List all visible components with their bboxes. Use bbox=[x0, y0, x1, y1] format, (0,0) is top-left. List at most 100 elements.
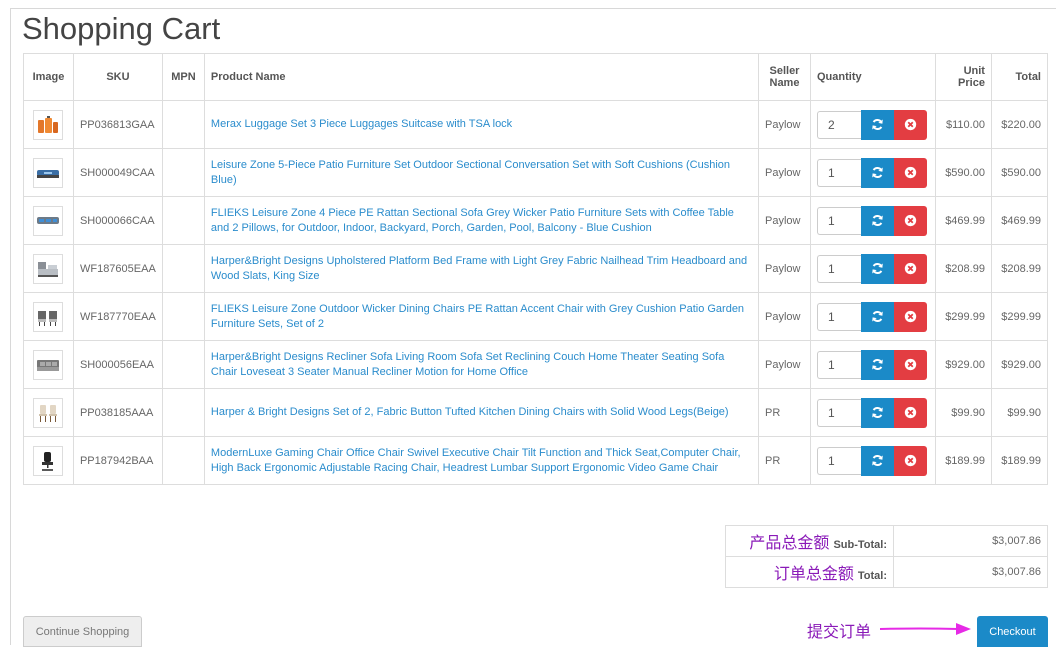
close-circle-icon bbox=[904, 310, 917, 323]
product-thumbnail[interactable] bbox=[33, 157, 64, 188]
product-thumbnail[interactable] bbox=[33, 301, 64, 332]
product-link[interactable]: FLIEKS Leisure Zone Outdoor Wicker Dinin… bbox=[211, 302, 752, 332]
sofa-set-icon bbox=[37, 216, 60, 224]
refresh-icon bbox=[872, 167, 883, 178]
product-thumbnail[interactable] bbox=[33, 109, 64, 140]
product-link[interactable]: Harper&Bright Designs Recliner Sofa Livi… bbox=[211, 350, 752, 380]
update-quantity-button[interactable] bbox=[860, 301, 894, 332]
product-thumbnail[interactable] bbox=[33, 397, 64, 428]
header-product-name: Product Name bbox=[203, 53, 760, 101]
header-image: Image bbox=[23, 53, 74, 101]
remove-item-button[interactable] bbox=[893, 445, 927, 476]
continue-shopping-button[interactable]: Continue Shopping bbox=[23, 616, 142, 647]
update-quantity-button[interactable] bbox=[860, 109, 894, 140]
mpn-cell bbox=[161, 436, 205, 485]
table-row: SH000049CAA Leisure Zone 5-Piece Patio F… bbox=[23, 148, 1049, 197]
close-circle-icon bbox=[904, 166, 917, 179]
mpn-cell bbox=[161, 388, 205, 437]
mpn-cell bbox=[161, 244, 205, 293]
cart-table: Image SKU MPN Product Name Seller Name Q… bbox=[23, 53, 1049, 485]
quantity-cell: 1 bbox=[809, 292, 936, 341]
sku-cell: PP187942BAA bbox=[72, 436, 163, 485]
total-row: 订单总金额 Total: $3,007.86 bbox=[725, 556, 1048, 588]
table-row: PP038185AAA Harper & Bright Designs Set … bbox=[23, 388, 1049, 437]
refresh-icon bbox=[872, 311, 883, 322]
remove-item-button[interactable] bbox=[893, 157, 927, 188]
update-quantity-button[interactable] bbox=[860, 445, 894, 476]
update-quantity-button[interactable] bbox=[860, 157, 894, 188]
quantity-control: 1 bbox=[816, 301, 929, 332]
row-total-cell: $590.00 bbox=[990, 148, 1049, 197]
quantity-input[interactable]: 1 bbox=[816, 302, 861, 331]
seller-cell: Paylow bbox=[758, 340, 811, 389]
product-link[interactable]: ModernLuxe Gaming Chair Office Chair Swi… bbox=[211, 446, 752, 476]
unit-price-cell: $110.00 bbox=[934, 100, 992, 149]
quantity-input[interactable]: 1 bbox=[816, 350, 861, 379]
product-link[interactable]: FLIEKS Leisure Zone 4 Piece PE Rattan Se… bbox=[211, 206, 752, 236]
cart-header-row: Image SKU MPN Product Name Seller Name Q… bbox=[23, 53, 1049, 101]
product-image-cell bbox=[23, 388, 74, 437]
update-quantity-button[interactable] bbox=[860, 397, 894, 428]
product-link[interactable]: Merax Luggage Set 3 Piece Luggages Suitc… bbox=[211, 117, 752, 132]
product-name-cell: FLIEKS Leisure Zone Outdoor Wicker Dinin… bbox=[203, 292, 760, 341]
remove-item-button[interactable] bbox=[893, 253, 927, 284]
table-row: PP036813GAA Merax Luggage Set 3 Piece Lu… bbox=[23, 100, 1049, 149]
product-image-cell bbox=[23, 244, 74, 293]
product-name-cell: Harper&Bright Designs Recliner Sofa Livi… bbox=[203, 340, 760, 389]
product-link[interactable]: Harper&Bright Designs Upholstered Platfo… bbox=[211, 254, 752, 284]
product-image-cell bbox=[23, 340, 74, 389]
header-mpn: MPN bbox=[161, 53, 205, 101]
product-image-cell bbox=[23, 148, 74, 197]
seller-cell: Paylow bbox=[758, 292, 811, 341]
table-row: PP187942BAA ModernLuxe Gaming Chair Offi… bbox=[23, 436, 1049, 485]
product-thumbnail[interactable] bbox=[33, 205, 64, 236]
table-row: WF187605EAA Harper&Bright Designs Uphols… bbox=[23, 244, 1049, 293]
table-row: SH000066CAA FLIEKS Leisure Zone 4 Piece … bbox=[23, 196, 1049, 245]
product-thumbnail[interactable] bbox=[33, 445, 64, 476]
refresh-icon bbox=[872, 455, 883, 466]
update-quantity-button[interactable] bbox=[860, 349, 894, 380]
table-row: SH000056EAA Harper&Bright Designs Reclin… bbox=[23, 340, 1049, 389]
quantity-control: 1 bbox=[816, 445, 929, 476]
quantity-input[interactable]: 1 bbox=[816, 206, 861, 235]
header-unit-price: Unit Price bbox=[934, 53, 992, 101]
quantity-input[interactable]: 1 bbox=[816, 158, 861, 187]
seller-cell: PR bbox=[758, 436, 811, 485]
arrow-right-icon bbox=[880, 623, 971, 635]
product-link[interactable]: Harper & Bright Designs Set of 2, Fabric… bbox=[211, 405, 752, 420]
remove-item-button[interactable] bbox=[893, 205, 927, 236]
row-total-cell: $220.00 bbox=[990, 100, 1049, 149]
total-label: Total: bbox=[857, 570, 887, 582]
refresh-icon bbox=[872, 407, 883, 418]
product-link[interactable]: Leisure Zone 5-Piece Patio Furniture Set… bbox=[211, 158, 752, 188]
quantity-input[interactable]: 2 bbox=[816, 110, 861, 139]
quantity-control: 1 bbox=[816, 349, 929, 380]
unit-price-cell: $929.00 bbox=[934, 340, 992, 389]
remove-item-button[interactable] bbox=[893, 301, 927, 332]
product-name-cell: FLIEKS Leisure Zone 4 Piece PE Rattan Se… bbox=[203, 196, 760, 245]
header-total: Total bbox=[990, 53, 1049, 101]
refresh-icon bbox=[872, 215, 883, 226]
remove-item-button[interactable] bbox=[893, 349, 927, 380]
product-name-cell: Harper&Bright Designs Upholstered Platfo… bbox=[203, 244, 760, 293]
quantity-input[interactable]: 1 bbox=[816, 446, 861, 475]
row-total-cell: $189.99 bbox=[990, 436, 1049, 485]
update-quantity-button[interactable] bbox=[860, 253, 894, 284]
mpn-cell bbox=[161, 340, 205, 389]
total-value: $3,007.86 bbox=[893, 556, 1048, 588]
product-image-cell bbox=[23, 292, 74, 341]
close-circle-icon bbox=[904, 358, 917, 371]
quantity-input[interactable]: 1 bbox=[816, 254, 861, 283]
checkout-button[interactable]: Checkout bbox=[977, 616, 1048, 647]
unit-price-cell: $299.99 bbox=[934, 292, 992, 341]
remove-item-button[interactable] bbox=[893, 109, 927, 140]
quantity-cell: 2 bbox=[809, 100, 936, 149]
update-quantity-button[interactable] bbox=[860, 205, 894, 236]
product-thumbnail[interactable] bbox=[33, 253, 64, 284]
remove-item-button[interactable] bbox=[893, 397, 927, 428]
quantity-control: 2 bbox=[816, 109, 929, 140]
quantity-input[interactable]: 1 bbox=[816, 398, 861, 427]
cart-body: PP036813GAA Merax Luggage Set 3 Piece Lu… bbox=[23, 100, 1049, 485]
product-thumbnail[interactable] bbox=[33, 349, 64, 380]
refresh-icon bbox=[872, 359, 883, 370]
